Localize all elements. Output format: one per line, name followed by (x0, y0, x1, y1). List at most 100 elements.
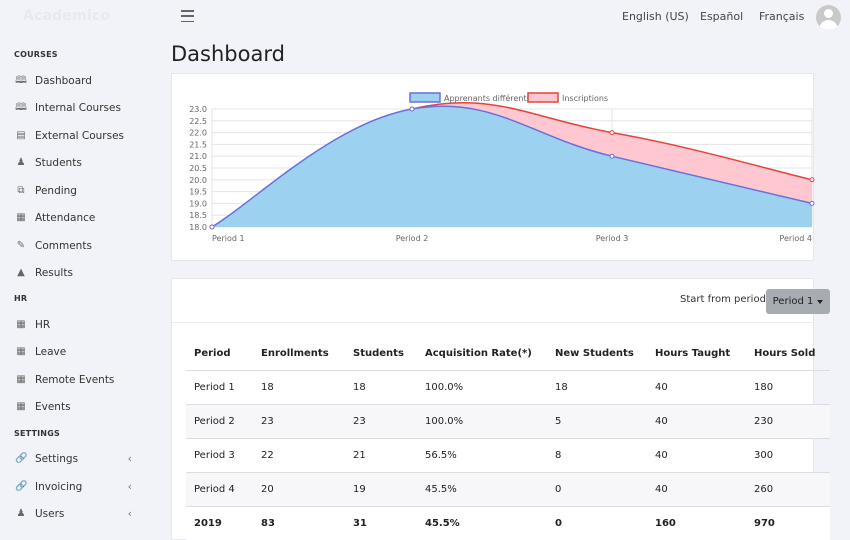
table-cell: Period 1 (186, 370, 253, 405)
table-cell: 23 (253, 404, 345, 439)
section-title-settings: SETTINGS (14, 429, 60, 438)
table-cell: 5 (547, 404, 647, 439)
sidebar-item-results[interactable]: ▲ Results (15, 264, 140, 282)
menu-toggle-icon[interactable] (181, 10, 194, 22)
table-cell: 0 (547, 472, 647, 507)
sidebar-item-comments[interactable]: ✎ Comments (15, 237, 140, 255)
calendar-icon: ▦ (16, 319, 26, 330)
column-header: Period (186, 337, 253, 371)
calendar-icon: ▦ (16, 401, 26, 412)
language-french[interactable]: Français (759, 10, 804, 23)
language-english[interactable]: English (US) (622, 10, 689, 23)
x-tick-label: Period 2 (396, 234, 429, 243)
column-header: Acquisition Rate(*) (417, 337, 547, 371)
sidebar-item-events[interactable]: ▦ Events (15, 398, 140, 416)
column-header: Students (345, 337, 417, 371)
sidebar-item-users[interactable]: ♟ Users ‹ (15, 505, 140, 523)
y-tick-label: 18.5 (189, 211, 207, 220)
y-tick-label: 21.0 (189, 152, 207, 161)
table-cell: Period 2 (186, 404, 253, 439)
sidebar-item-pending[interactable]: ⧉ Pending (15, 182, 140, 200)
calendar-icon: ▦ (16, 374, 26, 385)
x-tick-label: Period 3 (596, 234, 629, 243)
table-cell: 2019 (186, 506, 253, 540)
book-open-icon: 🕮 (15, 102, 27, 113)
sidebar-item-leave[interactable]: ▦ Leave (15, 343, 140, 361)
sidebar-item-remote-events[interactable]: ▦ Remote Events (15, 371, 140, 389)
stats-table-card: Start from period: Period 1 Period Enrol… (170, 278, 830, 540)
sidebar-item-internal-courses[interactable]: 🕮 Internal Courses (15, 99, 140, 117)
language-spanish[interactable]: Español (700, 10, 743, 23)
sidebar-item-label: Events (35, 401, 71, 413)
sidebar-item-label: Attendance (35, 212, 96, 224)
caret-down-icon (817, 299, 824, 304)
table-cell: 45.5% (417, 472, 547, 507)
y-tick-label: 23.0 (189, 105, 207, 114)
table-total-row: 2019 83 31 45.5% 0 160 970 (186, 506, 830, 540)
pencil-icon: ✎ (16, 240, 26, 251)
table-cell: 31 (345, 506, 417, 540)
data-point (609, 153, 615, 159)
y-tick-label: 20.5 (189, 164, 207, 173)
legend-label: Inscriptions (562, 94, 608, 103)
table-cell: 100.0% (417, 370, 547, 405)
filter-label: Start from period: (680, 294, 770, 305)
chevron-left-icon: ‹ (127, 452, 132, 465)
table-cell: 160 (647, 506, 746, 540)
period-filter: Start from period: Period 1 (170, 279, 830, 323)
chevron-left-icon: ‹ (127, 507, 132, 520)
sidebar-item-hr[interactable]: ▦ HR (15, 316, 140, 334)
section-title-hr: HR (14, 294, 28, 303)
table-cell: Period 3 (186, 438, 253, 473)
stats-table: Period Enrollments Students Acquisition … (186, 337, 830, 540)
table-cell: 40 (647, 404, 746, 439)
table-cell: 19 (345, 472, 417, 507)
table-cell: 83 (253, 506, 345, 540)
table-cell: 56.5% (417, 438, 547, 473)
data-point (209, 224, 215, 230)
sidebar-item-label: Remote Events (35, 374, 115, 386)
y-tick-label: 22.5 (189, 117, 207, 126)
legend-swatch (527, 92, 559, 103)
sidebar-item-invoicing[interactable]: 🔗 Invoicing ‹ (15, 478, 140, 496)
y-tick-label: 19.0 (189, 199, 207, 208)
sidebar-item-label: Pending (35, 185, 77, 197)
column-header: Hours Sold (746, 337, 830, 371)
user-avatar[interactable] (816, 5, 841, 30)
sidebar-item-label: External Courses (35, 130, 125, 142)
table-cell: 23 (345, 404, 417, 439)
column-header: Enrollments (253, 337, 345, 371)
data-point (809, 177, 815, 183)
sidebar-item-students[interactable]: ♟ Students (15, 154, 140, 172)
user-icon: ♟ (16, 157, 26, 168)
data-point (609, 130, 615, 136)
sidebar: COURSES 🕮 Dashboard 🕮 Internal Courses ▤… (0, 36, 160, 540)
table-cell: 40 (647, 438, 746, 473)
sidebar-item-label: Leave (35, 346, 67, 358)
table-cell: 970 (746, 506, 830, 540)
legend-swatch (409, 92, 441, 103)
table-cell: 20 (253, 472, 345, 507)
copy-icon: ⧉ (17, 185, 25, 196)
table-cell: 18 (253, 370, 345, 405)
sidebar-item-dashboard[interactable]: 🕮 Dashboard (15, 72, 140, 90)
calendar-icon: ▦ (16, 346, 26, 357)
table-cell: 18 (345, 370, 417, 405)
sidebar-item-label: HR (35, 319, 51, 331)
users-icon: ♟ (16, 508, 26, 519)
sidebar-item-settings[interactable]: 🔗 Settings ‹ (15, 450, 140, 468)
enrollment-chart: 23.0 22.5 22.0 21.5 21.0 20.5 20.0 19.5 19.0 18.5… (189, 92, 815, 243)
brand-logo[interactable]: Academico (23, 8, 110, 24)
sidebar-item-label: Internal Courses (35, 102, 121, 114)
column-header: Hours Taught (647, 337, 746, 371)
period-dropdown-button[interactable]: Period 1 (766, 289, 830, 314)
table-row: Period 2 23 23 100.0% 5 40 230 (186, 404, 830, 439)
table-cell: 300 (746, 438, 830, 473)
sidebar-item-external-courses[interactable]: ▤ External Courses (15, 127, 140, 145)
table-cell: 22 (253, 438, 345, 473)
sidebar-item-attendance[interactable]: ▦ Attendance (15, 209, 140, 227)
column-header: New Students (547, 337, 647, 371)
chevron-left-icon: ‹ (127, 480, 132, 493)
table-cell: 260 (746, 472, 830, 507)
legend-label: Apprenants différents (444, 93, 531, 103)
